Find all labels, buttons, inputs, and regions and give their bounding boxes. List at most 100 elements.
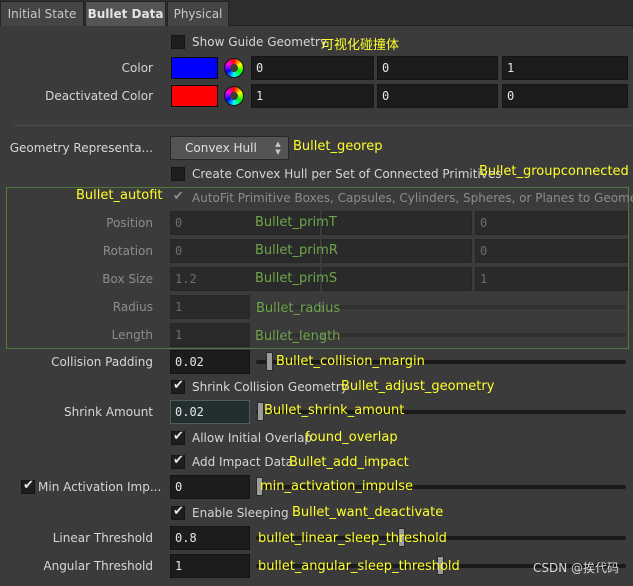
box-size-row: Box Size 1.2 1 Bullet_primS: [0, 266, 633, 292]
impact-data-label: Add Impact Data: [192, 455, 294, 469]
sleeping-note: Bullet_want_deactivate: [292, 505, 444, 520]
box-size-note: Bullet_primS: [255, 271, 338, 286]
initial-overlap-label: Allow Initial Overlap: [192, 431, 313, 445]
autofit-label: AutoFit Primitive Boxes, Capsules, Cylin…: [192, 191, 633, 205]
min-activation-label: Min Activation Imp...: [38, 480, 162, 494]
show-guide-checkbox[interactable]: [171, 35, 185, 49]
shrink-geo-note: Bullet_adjust_geometry: [341, 379, 495, 394]
color-label: Color: [121, 61, 153, 75]
shrink-geo-checkbox[interactable]: [171, 378, 185, 394]
tab-bullet-data[interactable]: Bullet Data: [85, 1, 166, 26]
radius-note: Bullet_radius: [256, 301, 341, 316]
color-swatch[interactable]: [171, 57, 218, 79]
length-label: Length: [111, 328, 153, 342]
collision-padding-field[interactable]: 0.02: [170, 350, 250, 374]
collision-padding-row: Collision Padding 0.02 Bullet_collision_…: [0, 349, 633, 375]
impact-data-note: Bullet_add_impact: [289, 455, 409, 470]
color-b-field[interactable]: 1: [502, 56, 628, 80]
box-size-y-field[interactable]: [322, 267, 472, 291]
color-r-field[interactable]: 0: [251, 56, 374, 80]
color-wheel-icon[interactable]: [224, 58, 244, 78]
convex-hull-checkbox[interactable]: [171, 167, 185, 181]
initial-overlap-row: Allow Initial Overlap found_overlap: [0, 425, 633, 451]
watermark: CSDN @挨代码: [532, 561, 619, 575]
initial-overlap-checkbox[interactable]: [171, 429, 185, 445]
position-z-field[interactable]: 0: [475, 211, 628, 235]
color-row: Color 0 0 1: [0, 55, 633, 81]
radius-row: Radius 1 Bullet_radius: [0, 294, 633, 320]
radius-field[interactable]: 1: [170, 295, 250, 319]
position-y-field[interactable]: [322, 211, 472, 235]
linear-threshold-label: Linear Threshold: [52, 531, 153, 545]
deactivated-color-swatch[interactable]: [171, 85, 218, 107]
collision-padding-note: Bullet_collision_margin: [276, 354, 425, 369]
sleeping-row: Enable Sleeping Bullet_want_deactivate: [0, 500, 633, 526]
angular-threshold-label: Angular Threshold: [43, 559, 153, 573]
radius-label: Radius: [112, 300, 153, 314]
length-field[interactable]: 1: [170, 323, 250, 347]
show-guide-row: Show Guide Geometry 可视化碰撞体: [0, 29, 633, 55]
convex-hull-label: Create Convex Hull per Set of Connected …: [192, 167, 502, 181]
separator: [14, 125, 633, 126]
deactivated-r-field[interactable]: 1: [251, 84, 374, 108]
geo-rep-dropdown[interactable]: Convex Hull ▲ ▼: [170, 136, 289, 160]
tab-bar: Initial State Bullet Data Physical: [0, 0, 633, 26]
collision-padding-label: Collision Padding: [51, 355, 153, 369]
impact-data-row: Add Impact Data Bullet_add_impact: [0, 449, 633, 475]
box-size-z-field[interactable]: 1: [475, 267, 628, 291]
autofit-note: Bullet_autofit: [76, 188, 163, 203]
slider-knob[interactable]: [257, 402, 264, 421]
rotation-note: Bullet_primR: [255, 243, 338, 258]
sleeping-label: Enable Sleeping: [192, 506, 289, 520]
shrink-amount-row: Shrink Amount 0.02 Bullet_shrink_amount: [0, 399, 633, 425]
angular-threshold-field[interactable]: 1: [170, 554, 250, 578]
deactivated-g-field[interactable]: 0: [377, 84, 498, 108]
min-activation-field[interactable]: 0: [170, 475, 250, 499]
deactivated-color-row: Deactivated Color 1 0 0: [0, 83, 633, 109]
min-activation-row: Min Activation Imp... 0 min_activation_i…: [0, 474, 633, 500]
deactivated-b-field[interactable]: 0: [502, 84, 628, 108]
position-row: Position 0 0 Bullet_primT: [0, 210, 633, 236]
initial-overlap-note: found_overlap: [305, 430, 398, 445]
parameter-panel: Show Guide Geometry 可视化碰撞体 Color 0 0 1 D…: [0, 27, 633, 586]
geo-rep-row: Geometry Representa... Convex Hull ▲ ▼ Bu…: [0, 135, 633, 161]
autofit-checkbox[interactable]: [171, 189, 185, 205]
shrink-geo-row: Shrink Collision Geometry Bullet_adjust_…: [0, 374, 633, 400]
min-activation-checkbox[interactable]: [21, 478, 35, 494]
box-size-label: Box Size: [102, 272, 153, 286]
rotation-z-field[interactable]: 0: [475, 239, 628, 263]
impact-data-checkbox[interactable]: [171, 453, 185, 469]
geo-rep-note: Bullet_georep: [293, 139, 383, 154]
deactivated-color-label: Deactivated Color: [45, 89, 153, 103]
tab-physical[interactable]: Physical: [167, 1, 229, 26]
geo-rep-value: Convex Hull: [185, 141, 257, 155]
linear-threshold-field[interactable]: 0.8: [170, 526, 250, 550]
convex-hull-note: Bullet_groupconnected: [479, 164, 629, 179]
color-wheel-icon[interactable]: [224, 86, 244, 106]
shrink-amount-field[interactable]: 0.02: [170, 400, 250, 424]
geo-rep-label: Geometry Representa...: [9, 141, 153, 155]
updown-arrows-icon: ▲ ▼: [275, 140, 281, 156]
show-guide-note: 可视化碰撞体: [321, 38, 400, 53]
length-note: Bullet_length: [255, 329, 341, 344]
rotation-label: Rotation: [102, 244, 153, 258]
sleeping-checkbox[interactable]: [171, 504, 185, 520]
linear-threshold-row: Linear Threshold 0.8 bullet_linear_sleep…: [0, 525, 633, 551]
angular-threshold-note: bullet_angular_sleep_threshold: [258, 559, 460, 574]
tab-initial-state[interactable]: Initial State: [0, 1, 84, 26]
length-row: Length 1 Bullet_length: [0, 322, 633, 348]
convex-hull-row: Create Convex Hull per Set of Connected …: [0, 161, 633, 187]
position-note: Bullet_primT: [255, 215, 337, 230]
shrink-amount-label: Shrink Amount: [63, 405, 153, 419]
slider-knob[interactable]: [266, 352, 273, 371]
rotation-row: Rotation 0 0 Bullet_primR: [0, 238, 633, 264]
min-activation-note: min_activation_impulse: [260, 479, 414, 494]
shrink-amount-note: Bullet_shrink_amount: [264, 403, 405, 418]
shrink-geo-label: Shrink Collision Geometry: [192, 380, 348, 394]
rotation-y-field[interactable]: [322, 239, 472, 263]
autofit-row: Bullet_autofit AutoFit Primitive Boxes, …: [0, 185, 633, 211]
position-label: Position: [106, 216, 153, 230]
show-guide-label: Show Guide Geometry: [192, 35, 328, 49]
linear-threshold-note: bullet_linear_sleep_threshold: [258, 531, 447, 546]
color-g-field[interactable]: 0: [377, 56, 498, 80]
